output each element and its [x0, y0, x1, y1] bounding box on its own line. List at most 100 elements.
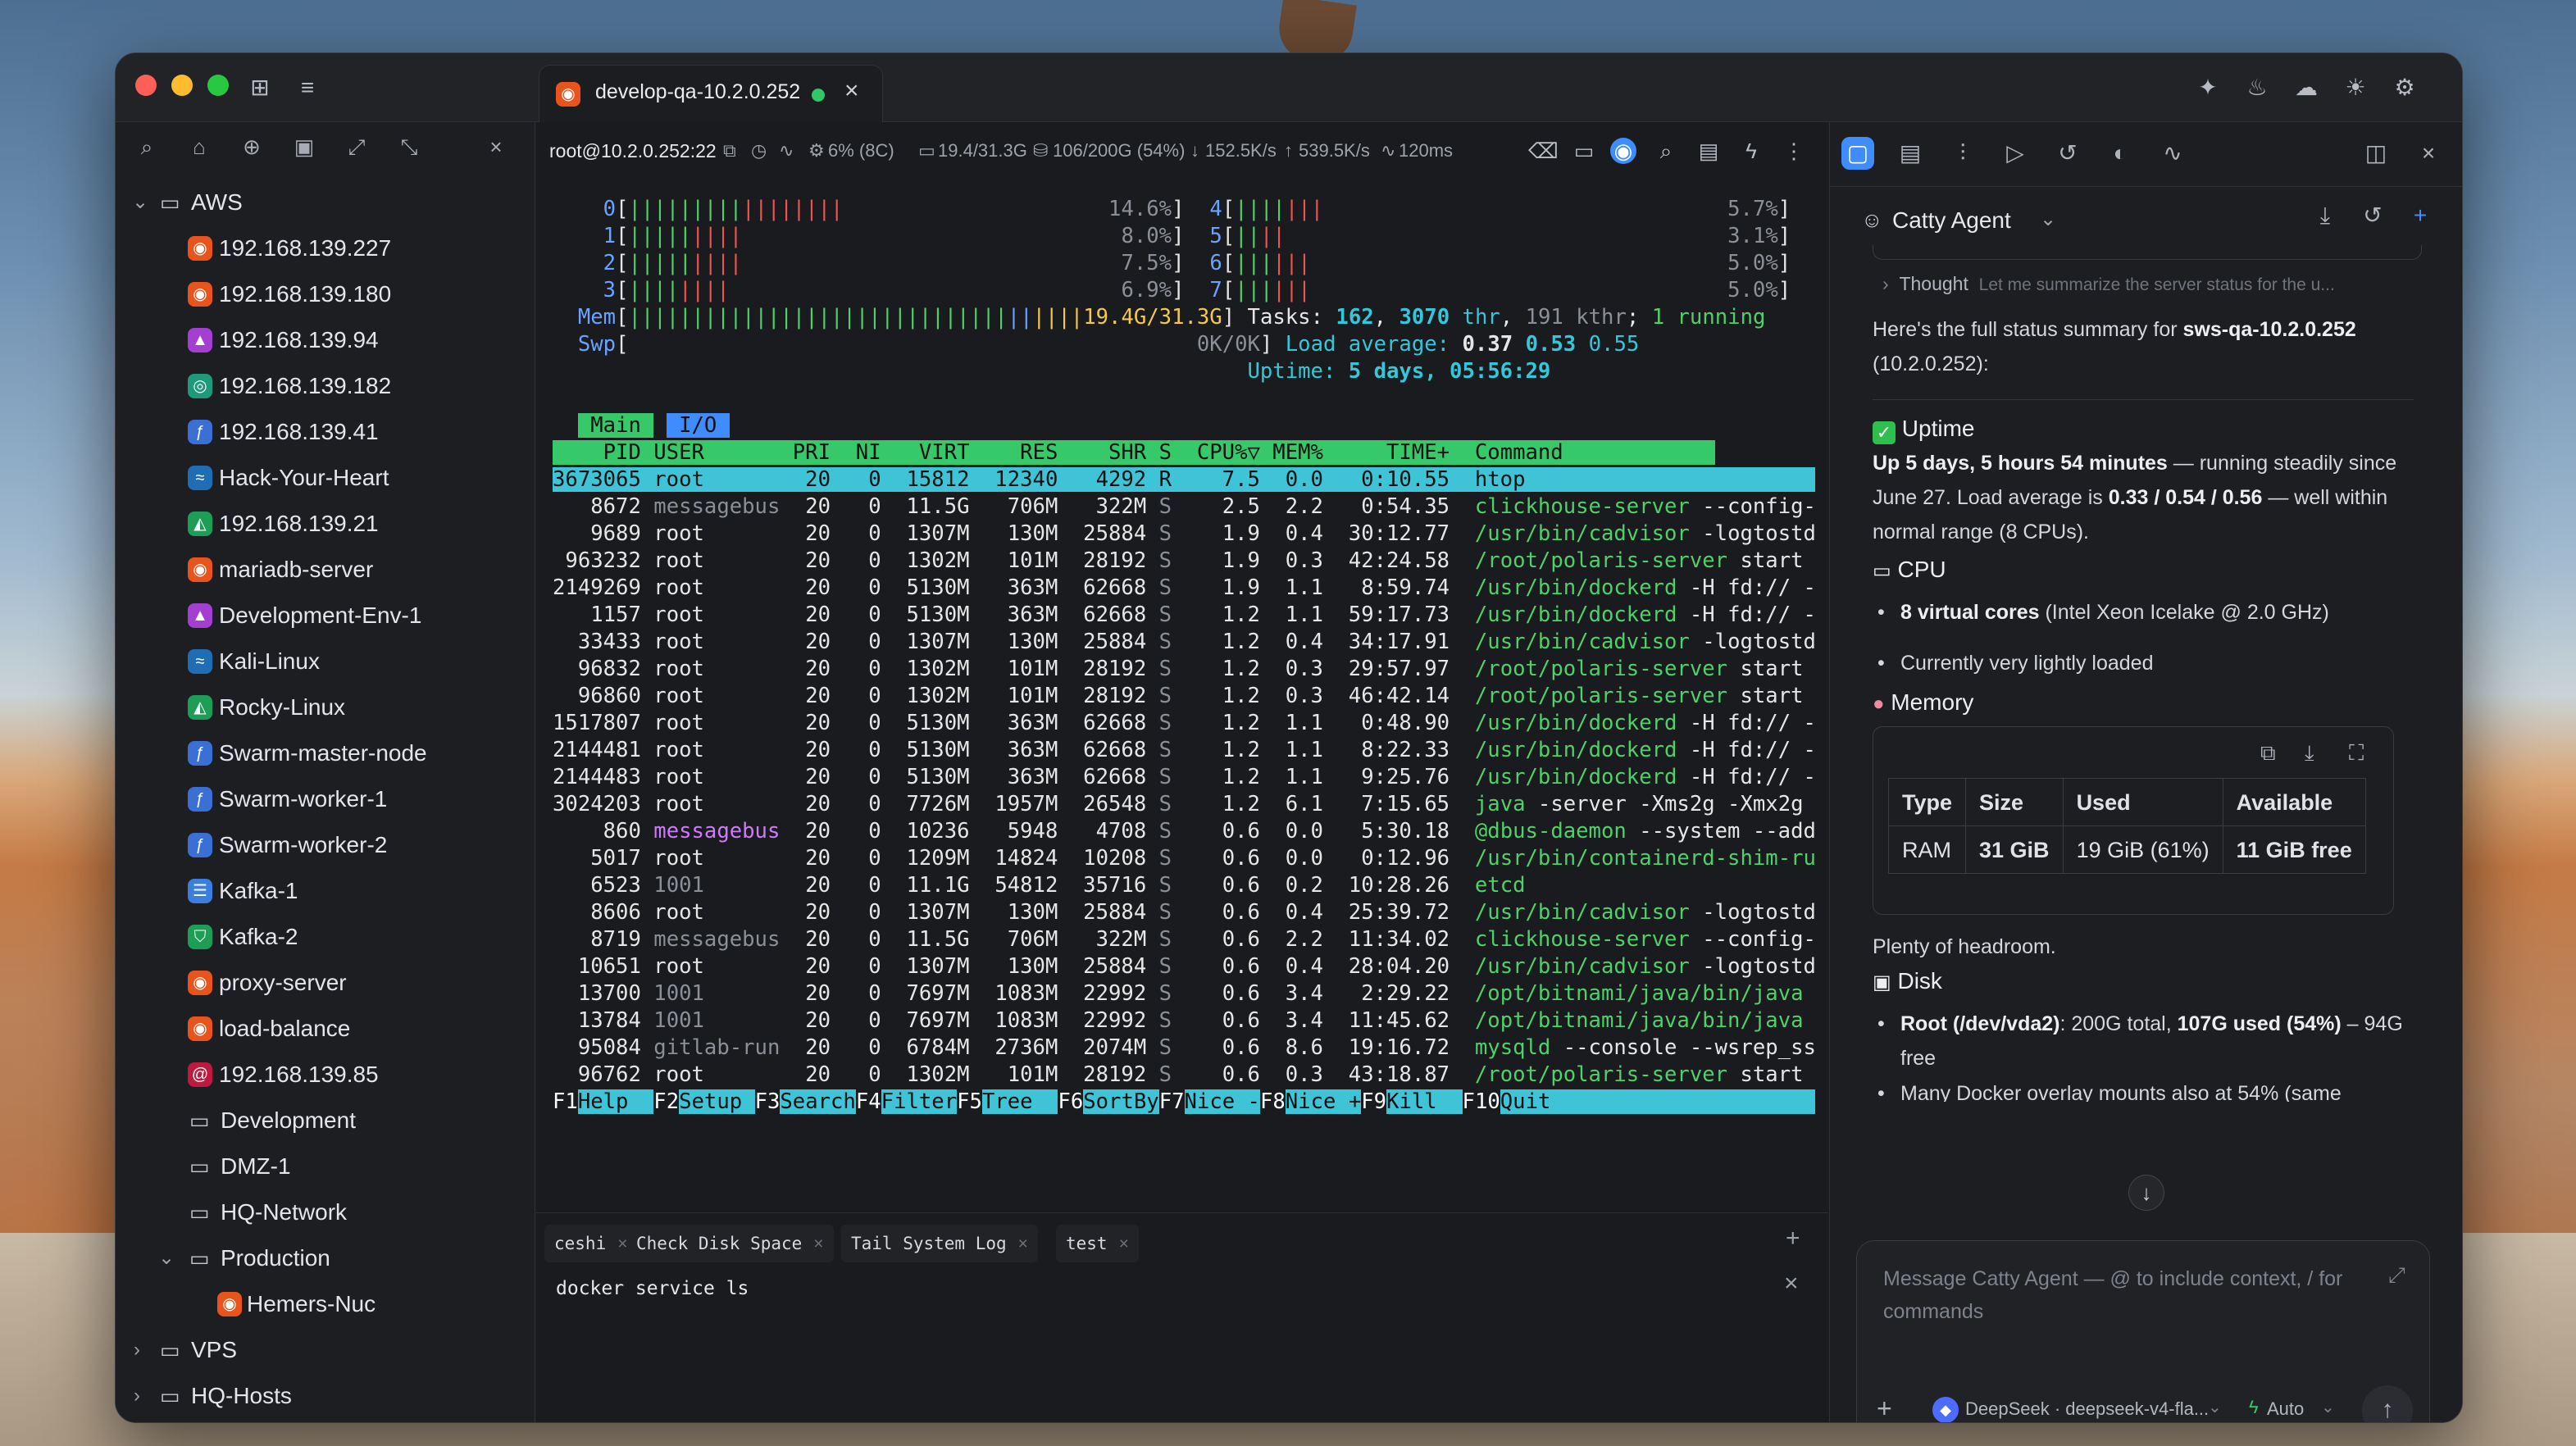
- close-tab-icon[interactable]: ×: [844, 77, 859, 105]
- snippet-tab[interactable]: Check Disk Space ×: [626, 1225, 834, 1262]
- notes-icon[interactable]: ▤: [1894, 137, 1927, 170]
- host-item[interactable]: ⛉ Kafka-2: [116, 914, 535, 960]
- more-icon[interactable]: ⋮: [1781, 138, 1807, 164]
- host-label: Swarm-worker-2: [219, 832, 388, 857]
- close-window-button[interactable]: [135, 75, 157, 96]
- tree-icon[interactable]: ⫶: [1946, 137, 1979, 170]
- broom-icon[interactable]: ⌫: [1528, 138, 1559, 164]
- host-item[interactable]: ▲ 192.168.139.94: [116, 317, 535, 363]
- close-icon[interactable]: ×: [1018, 1235, 1028, 1253]
- cloud-icon[interactable]: ☁: [2293, 75, 2319, 101]
- message-input-box[interactable]: Message Catty Agent — @ to include conte…: [1856, 1240, 2430, 1422]
- host-item[interactable]: ☰ Kafka-1: [116, 868, 535, 914]
- search-icon[interactable]: ⌕: [1653, 138, 1679, 164]
- host-item[interactable]: ≈ Hack-Your-Heart: [116, 455, 535, 501]
- add-snippet-icon[interactable]: +: [1786, 1225, 1800, 1253]
- terminal-icon[interactable]: ▣: [291, 134, 317, 160]
- expand-all-icon[interactable]: ⤢: [344, 134, 370, 160]
- settings-gear-icon[interactable]: ⚙: [2392, 75, 2418, 101]
- snippet-tab[interactable]: test ×: [1056, 1225, 1139, 1262]
- expand-icon[interactable]: ⤢: [2388, 1262, 2405, 1289]
- agent-title[interactable]: Catty Agent: [1892, 207, 2011, 234]
- group-vps[interactable]: › ▭ VPS: [116, 1327, 535, 1373]
- play-icon[interactable]: ▷: [1999, 137, 2032, 170]
- host-item[interactable]: ≈ Kali-Linux: [116, 639, 535, 684]
- snippet-tab[interactable]: Tail System Log ×: [841, 1225, 1038, 1262]
- copy-icon[interactable]: ⧉: [2260, 735, 2276, 770]
- model-selector[interactable]: DeepSeek · deepseek-v4-fla...: [1965, 1398, 2209, 1420]
- attach-plus-icon[interactable]: +: [1877, 1394, 1892, 1422]
- host-item[interactable]: @192.168.139.85: [116, 1052, 535, 1098]
- group-production[interactable]: ⌄ ▭ Production: [116, 1235, 535, 1281]
- host-label: Rocky-Linux: [219, 694, 346, 720]
- folder-icon[interactable]: ▭: [1571, 138, 1597, 164]
- split-view-icon[interactable]: ◫: [2360, 137, 2392, 170]
- pulse-icon[interactable]: ∿: [2156, 137, 2189, 170]
- minimize-window-button[interactable]: [171, 75, 193, 96]
- menu-icon[interactable]: ≡: [294, 75, 321, 101]
- group-development[interactable]: ▭ Development: [116, 1098, 535, 1144]
- host-item[interactable]: ◎ 192.168.139.182: [116, 363, 535, 409]
- td-available: 11 GiB free: [2222, 825, 2366, 874]
- folder-plus-icon[interactable]: ⊕: [239, 134, 265, 160]
- scroll-down-icon[interactable]: ↓: [2128, 1175, 2164, 1211]
- close-panel-icon[interactable]: ×: [2412, 137, 2445, 170]
- host-item[interactable]: ◉ mariadb-server: [116, 547, 535, 593]
- new-chat-icon[interactable]: +: [2404, 199, 2437, 232]
- palette-icon[interactable]: ◐: [2104, 137, 2137, 170]
- theme-sun-icon[interactable]: ☀: [2342, 75, 2369, 101]
- history-icon[interactable]: ↺: [2356, 199, 2389, 232]
- send-button[interactable]: ↑: [2362, 1385, 2413, 1422]
- group-hq-network[interactable]: ▭ HQ-Network: [116, 1189, 535, 1235]
- tag-icon[interactable]: ⌂: [186, 134, 212, 160]
- host-item[interactable]: ◭ 192.168.139.21: [116, 501, 535, 547]
- lightning-icon[interactable]: ϟ: [1738, 138, 1764, 164]
- message-input-placeholder[interactable]: Message Catty Agent — @ to include conte…: [1883, 1262, 2375, 1328]
- clear-command-icon[interactable]: ×: [1784, 1270, 1799, 1298]
- uptime-heading-text: Uptime: [1901, 416, 1975, 441]
- new-folder-icon[interactable]: ⊞: [247, 75, 273, 101]
- snippet-tab[interactable]: ceshi ×: [544, 1225, 638, 1262]
- chevron-down-icon[interactable]: ⌄: [2040, 207, 2056, 231]
- host-item[interactable]: ◉ proxy-server: [116, 960, 535, 1006]
- command-input[interactable]: docker service ls: [556, 1278, 749, 1299]
- floppy-icon: ▣: [1873, 971, 1891, 994]
- mode-selector[interactable]: Auto: [2267, 1398, 2304, 1420]
- copy-icon[interactable]: ⧉: [723, 122, 736, 180]
- host-item[interactable]: ƒ Swarm-worker-1: [116, 776, 535, 822]
- group-aws[interactable]: ⌄ ▭ AWS: [116, 180, 535, 225]
- session-tab-active[interactable]: ◉ develop-qa-10.2.0.252 ×: [539, 65, 883, 122]
- close-sidebar-icon[interactable]: ×: [483, 134, 509, 160]
- zoom-window-button[interactable]: [207, 75, 229, 96]
- history-icon[interactable]: ↺: [2051, 137, 2084, 170]
- document-icon[interactable]: ▤: [1695, 138, 1722, 164]
- check-icon: ✓: [1873, 421, 1896, 444]
- close-icon[interactable]: ×: [813, 1235, 823, 1253]
- host-item[interactable]: ▲ Development-Env-1: [116, 593, 535, 639]
- search-icon[interactable]: ⌕: [134, 134, 160, 160]
- terminal-pane[interactable]: root@10.2.0.252:22 ⧉ ◷ ∿ ⚙ 6% (8C) ▭ 19.…: [536, 122, 1828, 1422]
- sparkles-icon[interactable]: ✦: [2195, 75, 2221, 101]
- download-icon[interactable]: ⤓: [2309, 199, 2342, 232]
- collapse-all-icon[interactable]: ⤡: [396, 134, 422, 160]
- broadcast-icon[interactable]: ◉: [1610, 138, 1636, 164]
- host-item[interactable]: ƒ Swarm-master-node: [116, 730, 535, 776]
- chat-icon[interactable]: ▢: [1841, 137, 1874, 170]
- download-icon[interactable]: ⤓: [2305, 735, 2314, 770]
- host-item[interactable]: ƒ 192.168.139.41: [116, 409, 535, 455]
- agent-message: Here's the full status summary for sws-q…: [1873, 312, 2414, 1102]
- fullscreen-icon[interactable]: ⛶: [2349, 735, 2364, 770]
- group-dmz[interactable]: ▭ DMZ-1: [116, 1144, 535, 1189]
- group-hq-hosts[interactable]: › ▭ HQ-Hosts: [116, 1373, 535, 1419]
- host-item[interactable]: ◭ Rocky-Linux: [116, 684, 535, 730]
- folder-icon: ▭: [189, 1200, 210, 1225]
- host-item[interactable]: ◉ 192.168.139.227: [116, 225, 535, 271]
- host-item[interactable]: ƒ Swarm-worker-2: [116, 822, 535, 868]
- host-item-hemers-nuc[interactable]: ◉ Hemers-Nuc: [116, 1281, 535, 1327]
- disk-bold: Root (/dev/vda2): [1900, 1012, 2060, 1035]
- host-item[interactable]: ◉ load-balance: [116, 1006, 535, 1052]
- close-icon[interactable]: ×: [1119, 1235, 1129, 1253]
- flame-icon[interactable]: ♨: [2244, 75, 2270, 101]
- host-item[interactable]: ◉ 192.168.139.180: [116, 271, 535, 317]
- thought-row[interactable]: › Thought Let me summarize the server st…: [1882, 273, 2335, 295]
